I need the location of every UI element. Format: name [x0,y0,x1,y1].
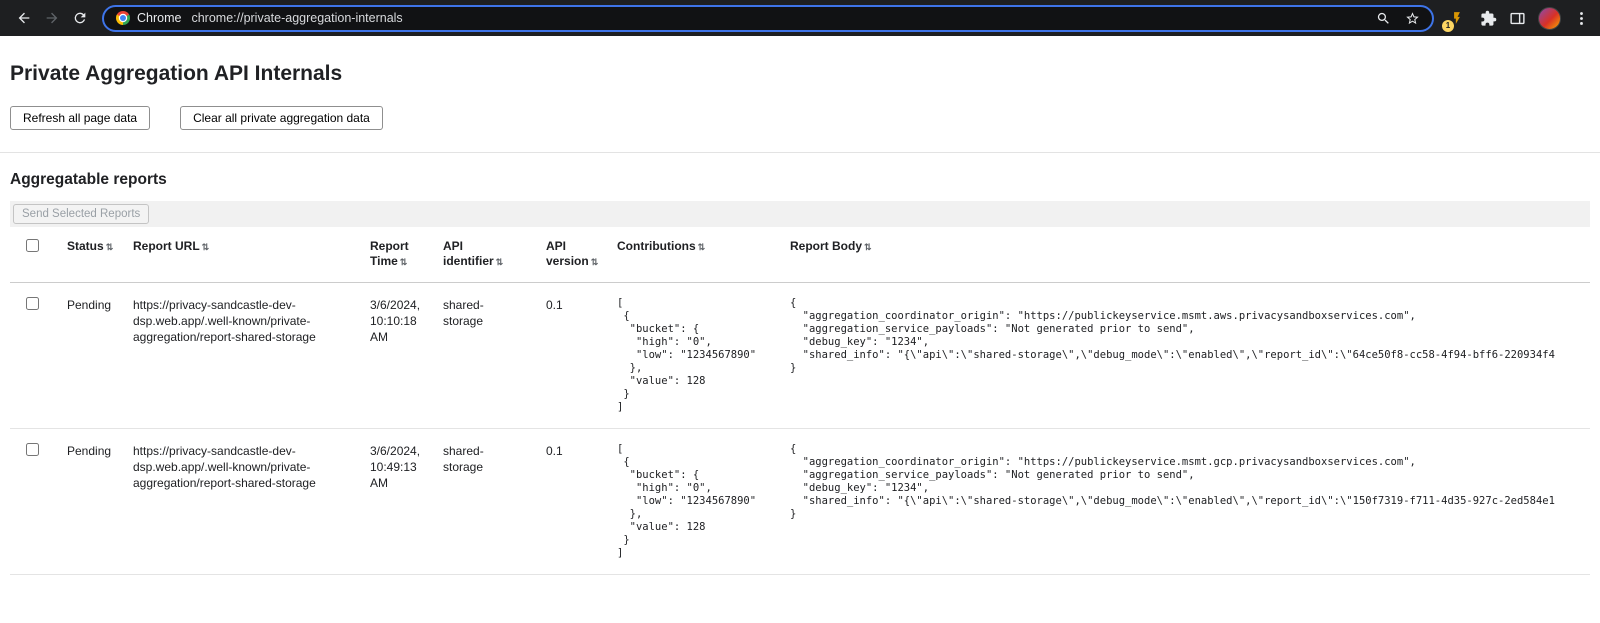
table-toolbar: Send Selected Reports [10,201,1590,227]
row-select-cell [10,283,67,429]
row-checkbox[interactable] [26,297,39,310]
select-all-checkbox[interactable] [26,239,39,252]
browser-toolbar: Chrome chrome://private-aggregation-inte… [0,0,1600,36]
section-title: Aggregatable reports [10,171,1590,189]
status-cell: Pending [67,429,133,575]
profile-avatar[interactable] [1538,7,1561,30]
clear-all-button[interactable]: Clear all private aggregation data [180,106,383,130]
report-url-cell: https://privacy-sandcastle-dev-dsp.web.a… [133,429,370,575]
api-version-cell: 0.1 [546,429,617,575]
page-actions: Refresh all page data Clear all private … [10,106,1590,130]
sort-icon: ⇅ [698,242,706,252]
extensions-puzzle-icon[interactable] [1480,10,1497,27]
api-identifier-cell: shared-storage [443,283,546,429]
row-checkbox[interactable] [26,443,39,456]
api-identifier-cell: shared-storage [443,429,546,575]
contributions-json: [ { "bucket": { "high": "0", "low": "123… [617,443,782,560]
section-divider [0,152,1600,153]
header-contributions[interactable]: Contributions⇅ [617,227,790,283]
api-version-cell: 0.1 [546,283,617,429]
contributions-cell: [ { "bucket": { "high": "0", "low": "123… [617,283,790,429]
sort-icon: ⇅ [496,257,504,267]
sort-icon: ⇅ [864,242,872,252]
contributions-cell: [ { "bucket": { "high": "0", "low": "123… [617,429,790,575]
contributions-json: [ { "bucket": { "high": "0", "low": "123… [617,297,782,414]
table-header-row: Status⇅ Report URL⇅ Report Time⇅ API ide… [10,227,1590,283]
reload-button[interactable] [66,4,94,32]
toolbar-right: 1 [1442,7,1590,30]
status-cell: Pending [67,283,133,429]
refresh-all-button[interactable]: Refresh all page data [10,106,150,130]
zoom-icon[interactable] [1376,11,1391,26]
header-report-time[interactable]: Report Time⇅ [370,227,443,283]
sort-icon: ⇅ [106,242,114,252]
extension-badge: 1 [1442,20,1454,32]
header-api-version[interactable]: API version⇅ [546,227,617,283]
forward-icon [44,10,60,26]
header-status[interactable]: Status⇅ [67,227,133,283]
bookmark-star-icon[interactable] [1405,11,1420,26]
report-body-json: { "aggregation_coordinator_origin": "htt… [790,297,1582,375]
reload-icon [72,10,88,26]
forward-button[interactable] [38,4,66,32]
report-body-cell: { "aggregation_coordinator_origin": "htt… [790,429,1590,575]
table-row: Pending https://privacy-sandcastle-dev-d… [10,283,1590,429]
url-text: chrome://private-aggregation-internals [191,11,1366,25]
row-select-cell [10,429,67,575]
header-report-body[interactable]: Report Body⇅ [790,227,1590,283]
report-time-cell: 3/6/2024, 10:49:13 AM [370,429,443,575]
sort-icon: ⇅ [202,242,210,252]
report-time-cell: 3/6/2024, 10:10:18 AM [370,283,443,429]
site-label: Chrome [137,11,181,25]
send-selected-reports-button[interactable]: Send Selected Reports [13,204,149,224]
sort-icon: ⇅ [400,257,408,267]
back-button[interactable] [10,4,38,32]
page-title: Private Aggregation API Internals [10,62,1590,86]
reports-table: Status⇅ Report URL⇅ Report Time⇅ API ide… [10,227,1590,575]
address-bar[interactable]: Chrome chrome://private-aggregation-inte… [102,5,1434,32]
report-url-cell: https://privacy-sandcastle-dev-dsp.web.a… [133,283,370,429]
header-report-url[interactable]: Report URL⇅ [133,227,370,283]
report-body-json: { "aggregation_coordinator_origin": "htt… [790,443,1582,521]
table-row: Pending https://privacy-sandcastle-dev-d… [10,429,1590,575]
back-icon [16,10,32,26]
pinned-extension-icon[interactable]: 1 [1446,7,1468,29]
page-content: Private Aggregation API Internals Refres… [0,62,1600,575]
sort-icon: ⇅ [591,257,599,267]
chrome-logo-icon [116,11,130,25]
side-panel-icon[interactable] [1509,10,1526,27]
select-all-cell [10,227,67,283]
header-api-identifier[interactable]: API identifier⇅ [443,227,546,283]
menu-dots-icon[interactable] [1573,10,1590,27]
report-body-cell: { "aggregation_coordinator_origin": "htt… [790,283,1590,429]
